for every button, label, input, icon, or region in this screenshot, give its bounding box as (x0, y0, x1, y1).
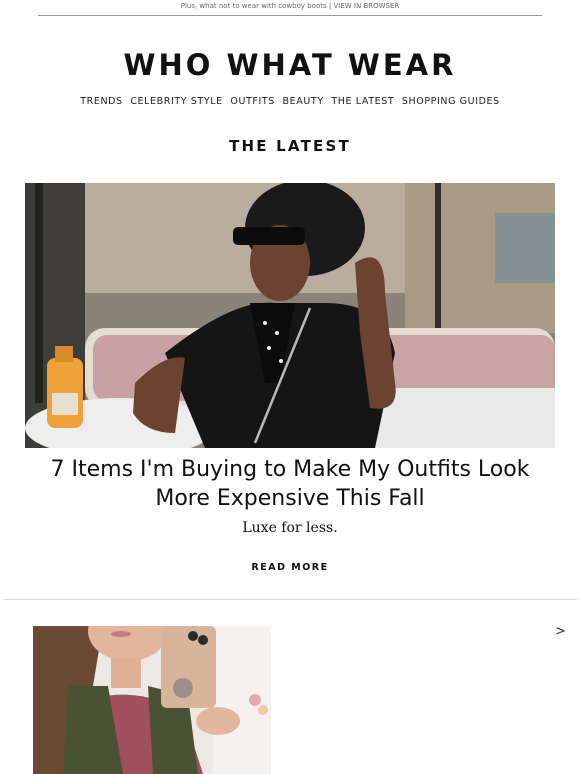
feature-hero-image[interactable] (25, 183, 555, 448)
section-title: THE LATEST (229, 137, 351, 155)
next-arrow-icon[interactable]: > (555, 624, 566, 639)
feature-headline[interactable]: 7 Items I'm Buying to Make My Outfits Lo… (40, 455, 540, 513)
read-more-link[interactable]: READ MORE (0, 562, 580, 573)
nav-item-the-latest[interactable]: THE LATEST (331, 96, 394, 107)
main-nav: TRENDS CELEBRITY STYLE OUTFITS BEAUTY TH… (0, 96, 580, 107)
brand-logo[interactable]: WHO WHAT WEAR (0, 48, 580, 82)
preheader-text: Plus, what not to wear with cowboy boots… (180, 2, 332, 10)
preheader: Plus, what not to wear with cowboy boots… (0, 0, 580, 12)
view-in-browser-link[interactable]: VIEW IN BROWSER (333, 2, 399, 10)
header-divider (38, 15, 542, 16)
nav-item-beauty[interactable]: BEAUTY (283, 96, 324, 107)
nav-item-outfits[interactable]: OUTFITS (230, 96, 275, 107)
feature-dek: Luxe for less. (242, 520, 338, 536)
nav-item-shopping-guides[interactable]: SHOPPING GUIDES (402, 96, 500, 107)
nav-item-celebrity-style[interactable]: CELEBRITY STYLE (130, 96, 222, 107)
section-divider (3, 599, 577, 600)
article-thumbnail-image[interactable] (33, 626, 271, 774)
nav-item-trends[interactable]: TRENDS (80, 96, 122, 107)
